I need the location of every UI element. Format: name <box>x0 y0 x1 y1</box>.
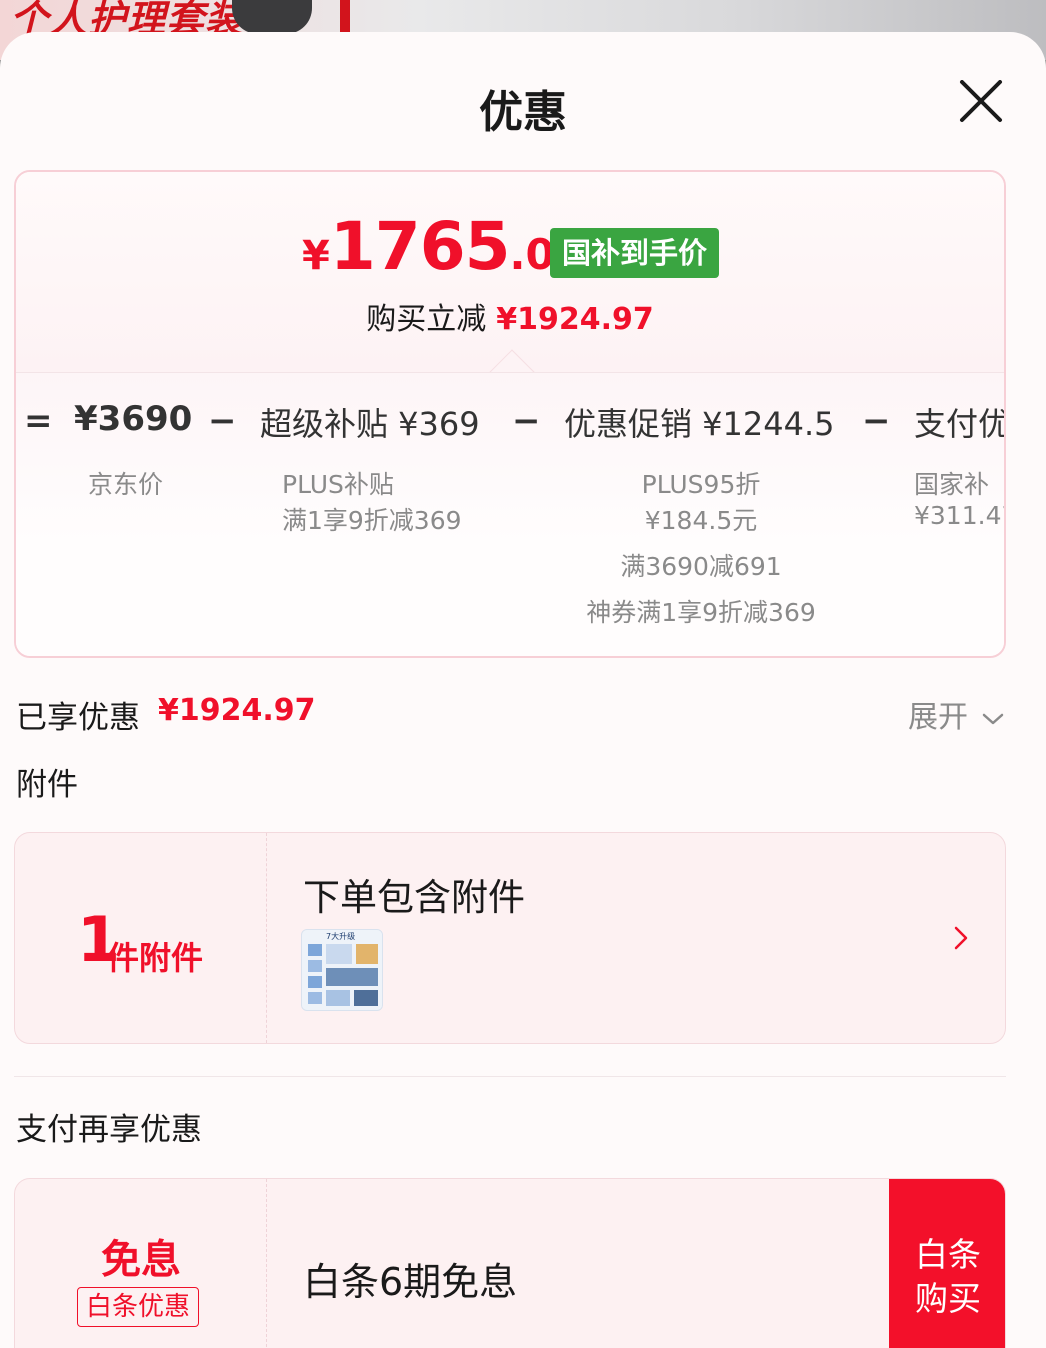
enjoyed-discount-label: 已享优惠 <box>16 700 140 736</box>
payment-discount-line-1: 国家补 <box>914 470 990 499</box>
buy-button-line-1: 白条 <box>915 1235 981 1274</box>
baitiao-buy-button[interactable]: 白条 购买 <box>889 1179 1005 1348</box>
super-subsidy-line-2: 满1享9折减369 <box>282 506 462 535</box>
payment-offer-title: 白条6期免息 <box>303 1260 518 1304</box>
super-subsidy-line-1: PLUS补贴 <box>282 470 394 499</box>
minus-operator: − <box>208 401 237 441</box>
reduction-label: 购买立减 <box>366 302 487 337</box>
promotion-line-4: 神券满1享9折减369 <box>586 598 816 627</box>
price-breakdown-card: ¥1765.03 国补到手价 购买立减 ¥1924.97 = ¥3690 京东价 … <box>14 170 1006 658</box>
promotion-line-1: PLUS95折 <box>641 470 761 499</box>
accessory-card[interactable]: 1 件附件 下单包含附件 7大升级 <box>14 832 1006 1044</box>
jd-price-label: 京东价 <box>88 470 164 499</box>
promotion-line-3: 满3690减691 <box>620 552 782 581</box>
payment-offer-card[interactable]: 免息 白条优惠 白条6期免息 白条 购买 <box>14 1178 1006 1348</box>
total-reduction: 购买立减 ¥1924.97 <box>16 294 1004 338</box>
accessory-count-unit: 件附件 <box>107 939 204 977</box>
expand-button[interactable]: 展开 <box>908 692 1004 736</box>
baitiao-offer-tag: 白条优惠 <box>77 1287 200 1327</box>
minus-operator: − <box>862 401 891 441</box>
super-subsidy-value: 超级补贴 ¥369 <box>260 405 480 443</box>
reduction-amount: ¥1924.97 <box>496 302 654 337</box>
section-divider <box>14 1076 1006 1077</box>
price-header: ¥1765.03 国补到手价 购买立减 ¥1924.97 <box>16 172 1004 372</box>
discount-bottom-sheet: 优惠 ¥1765.03 国补到手价 购买立减 ¥1924.97 = ¥3690 京… <box>0 32 1046 1348</box>
subsidy-price-badge: 国补到手价 <box>550 228 720 278</box>
final-price-integer: 1765 <box>329 208 511 285</box>
jd-price-value: ¥3690 <box>74 399 193 439</box>
close-icon[interactable] <box>956 80 1004 124</box>
final-price: ¥1765.03 <box>302 208 584 285</box>
minus-operator: − <box>512 401 541 441</box>
accessory-title: 下单包含附件 <box>303 876 525 919</box>
payment-discount-value: 支付优 <box>914 405 1006 443</box>
payment-offer-label-panel: 免息 白条优惠 <box>15 1179 267 1348</box>
sheet-title: 优惠 <box>479 87 567 138</box>
expand-label: 展开 <box>908 700 968 735</box>
final-price-currency: ¥ <box>302 233 330 279</box>
equals-operator: = <box>24 401 53 441</box>
accessory-thumbnail[interactable]: 7大升级 <box>301 929 383 1011</box>
accessory-count-panel: 1 件附件 <box>15 833 267 1043</box>
accessory-section-title: 附件 <box>16 767 78 803</box>
price-formula[interactable]: = ¥3690 京东价 − 超级补贴 ¥369 PLUS补贴 满1享9折减369… <box>16 372 1004 656</box>
enjoyed-discount-amount: ¥1924.97 <box>158 693 316 728</box>
banner-accent <box>340 0 350 36</box>
interest-free-label: 免息 <box>101 1237 181 1283</box>
thumbnail-caption: 7大升级 <box>326 932 356 941</box>
payment-discount-line-2: ¥311.47 <box>914 501 1004 530</box>
chevron-down-icon <box>978 700 1004 735</box>
buy-button-line-2: 购买 <box>915 1279 981 1318</box>
payment-section-title: 支付再享优惠 <box>16 1112 202 1148</box>
chevron-right-icon[interactable] <box>953 925 969 955</box>
promotion-value: 优惠促销 ¥1244.5 <box>564 405 835 443</box>
banner-product-image <box>232 0 312 34</box>
promotion-line-2: ¥184.5元 <box>644 506 758 535</box>
